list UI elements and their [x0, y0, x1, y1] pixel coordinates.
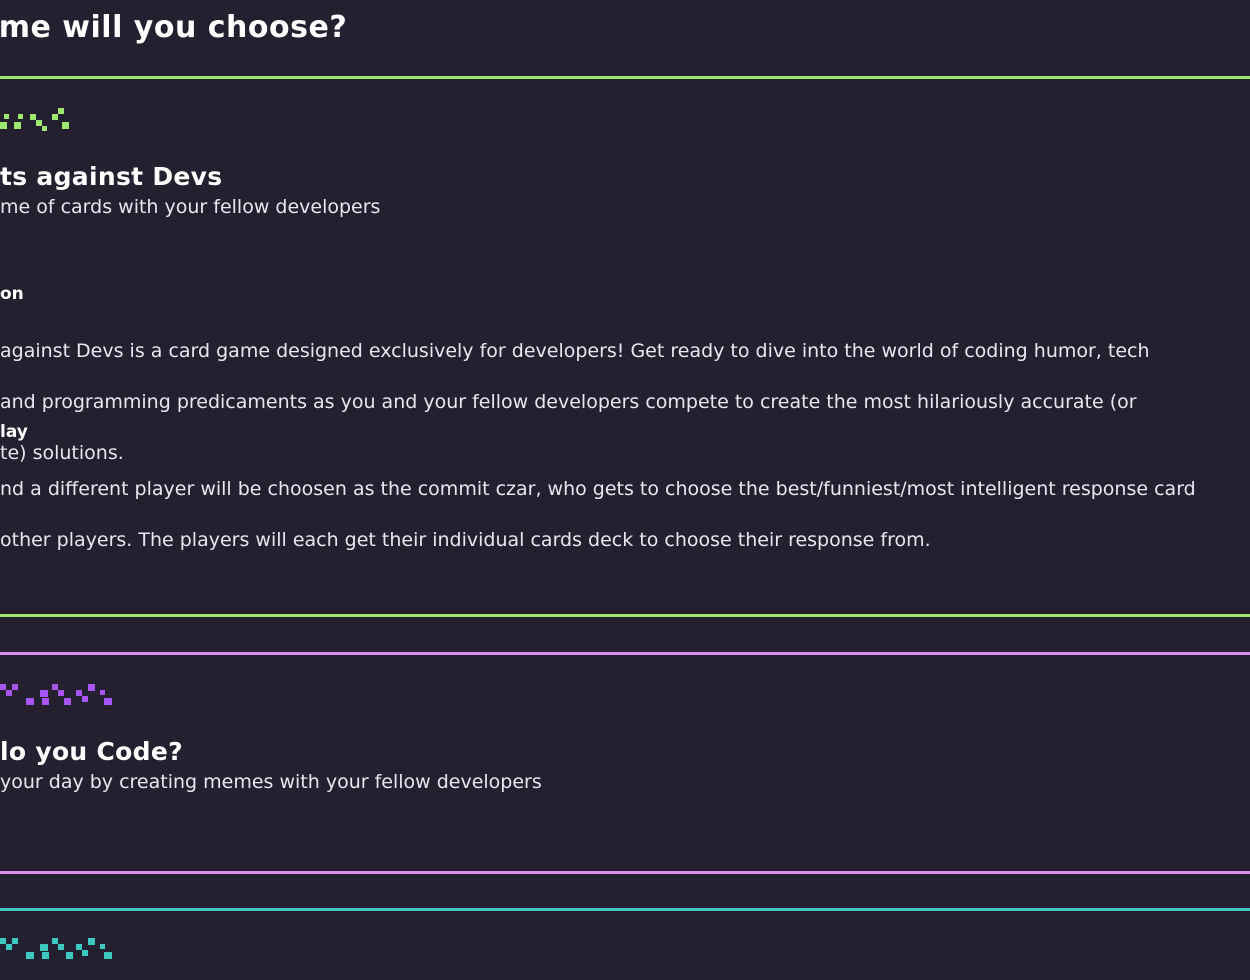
- game-card-top-border: [0, 76, 1250, 79]
- paragraph-line: nd a different player will be choosen as…: [0, 477, 1196, 500]
- game-tagline: your day by creating memes with your fel…: [0, 771, 542, 793]
- paragraph-line: and programming predicaments as you and …: [0, 390, 1137, 413]
- game-card-bottom-border: [0, 614, 1250, 617]
- section-heading-how-to-play: lay: [0, 422, 28, 442]
- game-tagline: me of cards with your fellow developers: [0, 196, 381, 218]
- page-title: ame will you choose?: [0, 10, 348, 45]
- game-card-top-border: [0, 652, 1250, 655]
- pixel-decoration-icon: [0, 680, 120, 706]
- game-card-top-border: [0, 908, 1250, 911]
- how-to-play-paragraph: nd a different player will be choosen as…: [0, 451, 1240, 579]
- section-heading-description: on: [0, 284, 24, 304]
- pixel-decoration-icon: [0, 104, 80, 131]
- game-title: lo you Code?: [0, 737, 183, 766]
- game-title: ts against Devs: [0, 162, 223, 191]
- pixel-decoration-icon: [0, 934, 120, 960]
- paragraph-line: against Devs is a card game designed exc…: [0, 339, 1150, 362]
- paragraph-line: other players. The players will each get…: [0, 528, 931, 551]
- game-card-bottom-border: [0, 871, 1250, 874]
